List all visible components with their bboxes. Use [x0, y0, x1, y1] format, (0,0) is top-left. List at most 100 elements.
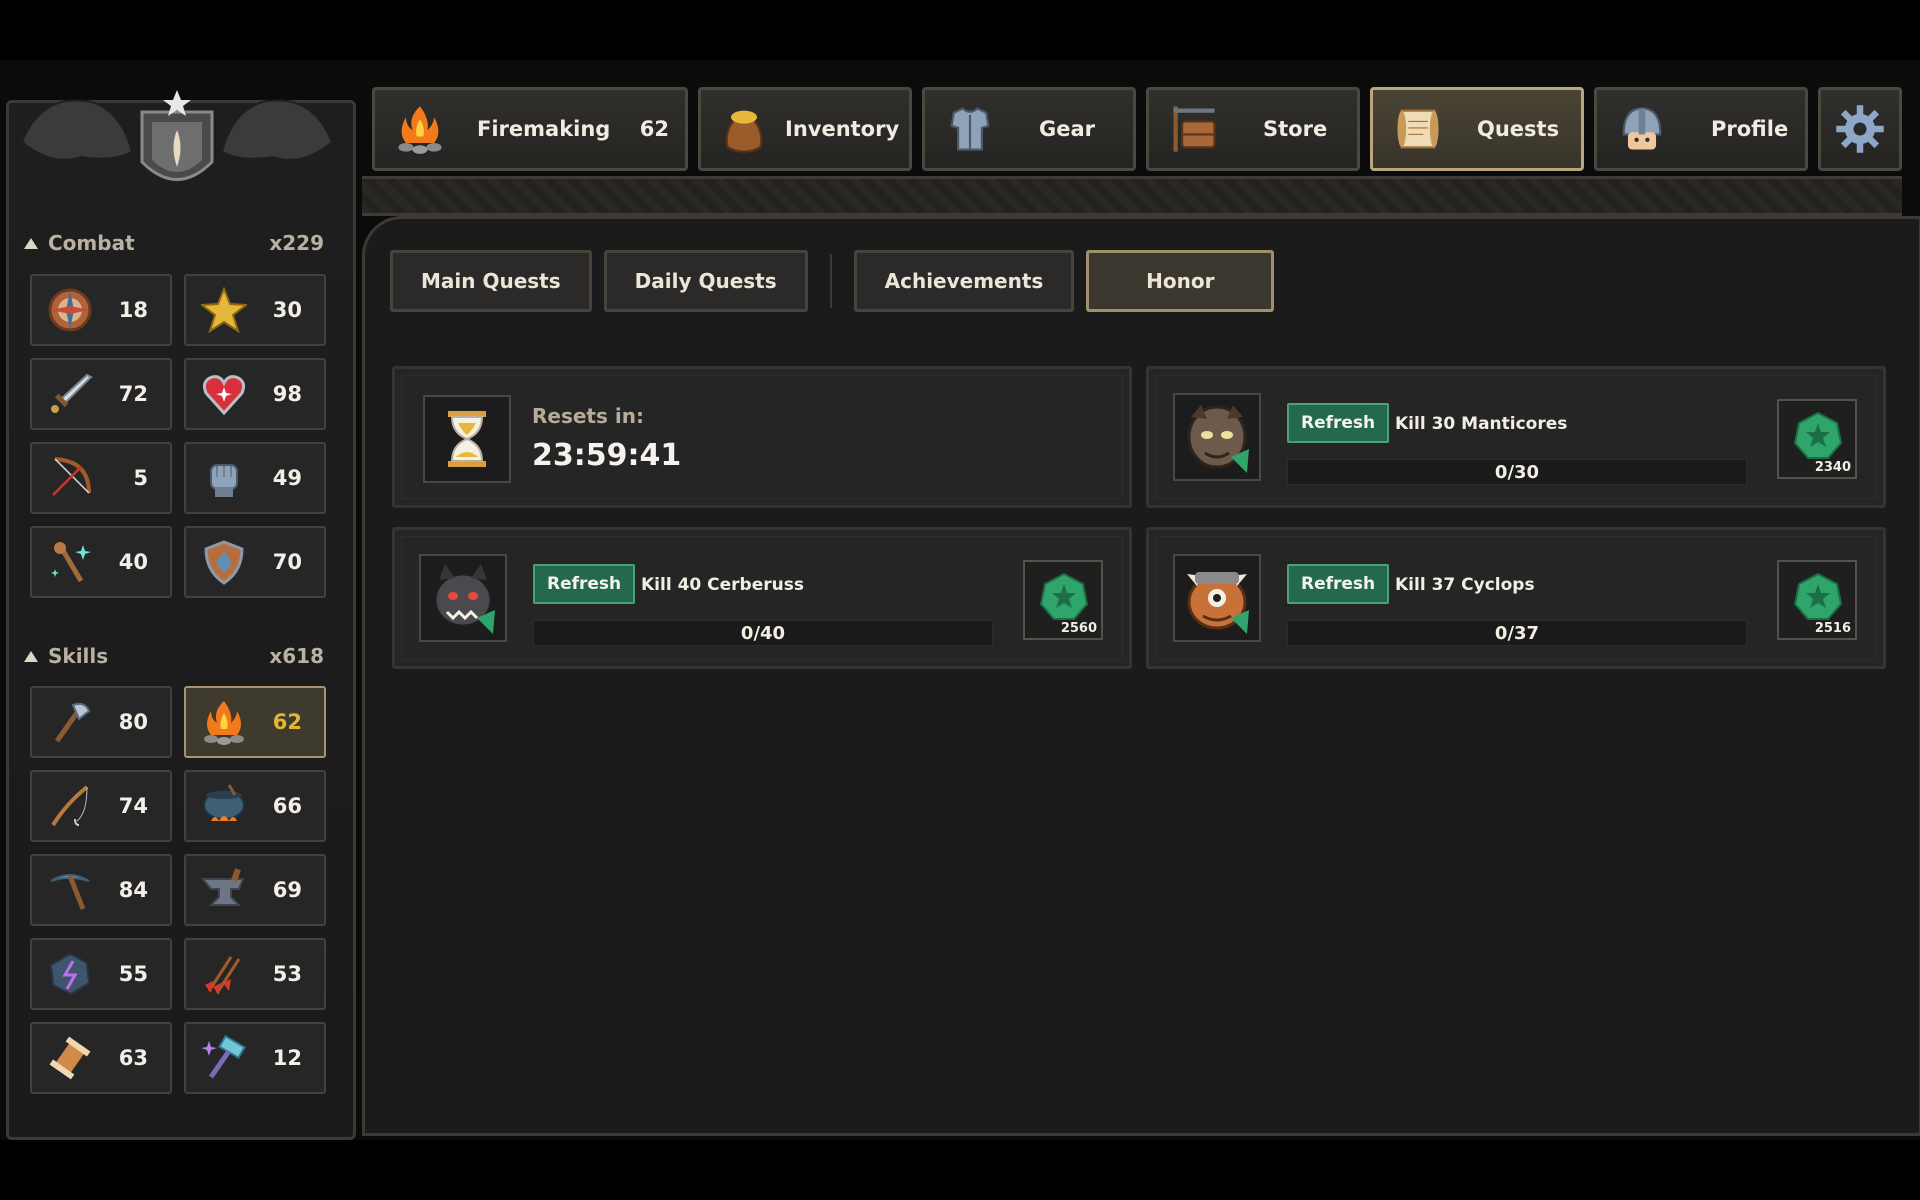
dragon-crest-emblem: [20, 90, 334, 181]
hourglass-icon: [423, 395, 511, 483]
skill-firemaking[interactable]: 62: [184, 686, 326, 758]
combat-stat-magic[interactable]: 40: [30, 526, 172, 598]
quest-progress-bar: 0/37: [1287, 620, 1747, 646]
honor-star-icon: [1793, 572, 1843, 620]
honor-star-icon: [1039, 572, 1089, 620]
subtab-main-quests[interactable]: Main Quests: [390, 250, 592, 312]
campfire-icon: [391, 100, 449, 158]
tab-label: Inventory: [785, 117, 900, 141]
cauldron-icon: [198, 780, 250, 832]
reward-amount: 2340: [1814, 460, 1851, 475]
skill-mining[interactable]: 84: [30, 854, 172, 926]
stat-value: 84: [118, 878, 148, 902]
stat-value: 62: [272, 710, 302, 734]
campfire-icon: [198, 696, 250, 748]
manticore-portrait-icon: [1173, 393, 1261, 481]
combat-stat-shield[interactable]: 70: [184, 526, 326, 598]
subtab-divider: [829, 254, 832, 308]
refresh-button[interactable]: Refresh: [1287, 403, 1390, 443]
anvil-icon: [198, 864, 250, 916]
quest-progress-bar: 0/30: [1287, 459, 1747, 485]
stat-value: 74: [118, 794, 148, 818]
stat-value: 63: [118, 1046, 148, 1070]
combat-stat-heart[interactable]: 98: [184, 358, 326, 430]
progress-text: 0/37: [1494, 622, 1540, 644]
reset-timer-card: [392, 366, 1132, 508]
gear-icon: [1831, 100, 1889, 158]
combat-stat-bow[interactable]: 5: [30, 442, 172, 514]
subtab-achievements[interactable]: Achievements: [853, 250, 1075, 312]
skill-runecrafting[interactable]: 55: [30, 938, 172, 1010]
refresh-button[interactable]: Refresh: [533, 564, 636, 604]
skill-enchanting[interactable]: 12: [184, 1022, 326, 1094]
skill-woodcutting[interactable]: 80: [30, 686, 172, 758]
tab-inventory[interactable]: Inventory: [698, 87, 912, 171]
tab-store[interactable]: Store: [1146, 87, 1360, 171]
stat-value: 98: [272, 382, 302, 406]
combat-multiplier: x229: [269, 231, 324, 255]
enchant-hammer-icon: [198, 1032, 250, 1084]
shield-icon: [198, 536, 250, 588]
honor-star-icon: [1793, 411, 1843, 459]
tab-firemaking[interactable]: Firemaking 62: [372, 87, 688, 171]
gauntlet-icon: [198, 452, 250, 504]
quest-card: Refresh Kill 40 Cerberuss 0/40 2560: [392, 527, 1132, 669]
combat-label: Combat: [48, 231, 135, 255]
subtab-honor[interactable]: Honor: [1086, 250, 1275, 312]
refresh-button[interactable]: Refresh: [1287, 564, 1390, 604]
reward-amount: 2516: [1814, 621, 1851, 636]
stat-value: 40: [118, 550, 148, 574]
sword-icon: [44, 368, 96, 420]
quest-title: Kill 37 Cyclops: [1395, 575, 1535, 595]
skill-smithing[interactable]: 69: [184, 854, 326, 926]
collapse-triangle-icon: [24, 650, 38, 662]
arrows-icon: [198, 948, 250, 1000]
skills-stat-grid: 80 62 74 66 84 69 55 53 63 12: [30, 686, 330, 1094]
compass-icon: [44, 284, 96, 336]
stat-value: 72: [118, 382, 148, 406]
collapse-triangle-icon: [24, 237, 38, 249]
cyclops-portrait-icon: [1173, 554, 1261, 642]
rune-stone-icon: [44, 948, 96, 1000]
honor-reward: 2516: [1777, 560, 1857, 640]
reward-amount: 2560: [1060, 621, 1097, 636]
pickaxe-icon: [44, 864, 96, 916]
stat-value: 55: [118, 962, 148, 986]
combat-stat-gauntlet[interactable]: 49: [184, 442, 326, 514]
tab-label: Store: [1263, 117, 1328, 141]
stat-value: 12: [272, 1046, 302, 1070]
tab-gear[interactable]: Gear: [922, 87, 1136, 171]
skills-section-header[interactable]: Skills x618: [24, 641, 324, 671]
combat-stat-sword[interactable]: 72: [30, 358, 172, 430]
skills-multiplier: x618: [269, 644, 324, 668]
stat-value: 70: [272, 550, 302, 574]
skill-fishing[interactable]: 74: [30, 770, 172, 842]
skill-fletching[interactable]: 53: [184, 938, 326, 1010]
knight-helmet-icon: [1613, 100, 1671, 158]
skill-crafting[interactable]: 63: [30, 1022, 172, 1094]
quest-title: Kill 40 Cerberuss: [641, 575, 804, 595]
quest-progress-bar: 0/40: [533, 620, 993, 646]
stat-value: 5: [133, 466, 148, 490]
skills-label: Skills: [48, 644, 109, 668]
tab-profile[interactable]: Profile: [1594, 87, 1808, 171]
tab-label: Profile: [1711, 117, 1789, 141]
scroll-icon: [1389, 100, 1447, 158]
progress-text: 0/30: [1494, 461, 1540, 483]
settings-button[interactable]: [1818, 87, 1902, 171]
tab-quests[interactable]: Quests: [1370, 87, 1584, 171]
tab-label: Gear: [1039, 117, 1096, 141]
tab-label: Firemaking: [477, 117, 611, 141]
combat-section-header[interactable]: Combat x229: [24, 228, 324, 258]
stat-value: 69: [272, 878, 302, 902]
armor-icon: [941, 100, 999, 158]
honor-reward: 2340: [1777, 399, 1857, 479]
reset-countdown: 23:59:41: [532, 438, 682, 473]
bow-icon: [44, 452, 96, 504]
subtab-daily-quests[interactable]: Daily Quests: [603, 250, 808, 312]
combat-stat-star[interactable]: 30: [184, 274, 326, 346]
combat-stat-compass[interactable]: 18: [30, 274, 172, 346]
panel-banner: [362, 176, 1902, 216]
quest-card: Refresh Kill 37 Cyclops 0/37 2516: [1146, 527, 1886, 669]
skill-cooking[interactable]: 66: [184, 770, 326, 842]
